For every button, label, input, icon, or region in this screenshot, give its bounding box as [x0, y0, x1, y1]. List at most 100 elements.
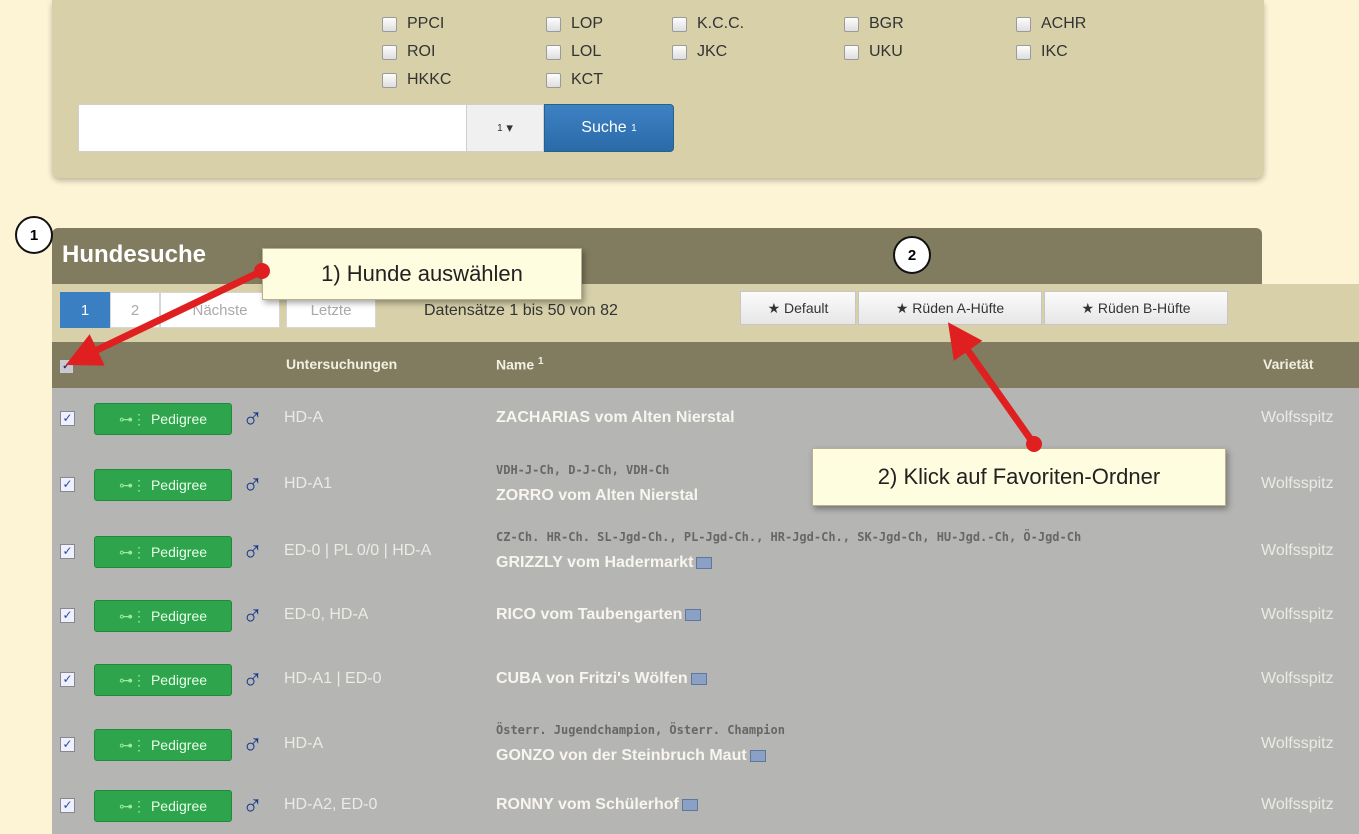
marker-1: 1 [15, 216, 53, 254]
caret-down-icon: ▾ [506, 120, 513, 135]
row-checkbox[interactable]: ✓ [60, 672, 75, 687]
checkbox-icon[interactable] [672, 44, 687, 60]
pedigree-tree-icon: ⊶⋮ [118, 476, 146, 493]
checkbox-icon[interactable] [382, 16, 397, 32]
favorite-rueden-a-button[interactable]: ★ Rüden A-Hüfte [858, 291, 1042, 325]
filter-checkbox[interactable]: BGR [844, 10, 904, 38]
results-header: Hundesuche [52, 228, 1262, 284]
checkbox-icon[interactable] [382, 44, 397, 60]
table-row: ✓ ⊶⋮ Pedigree ♂ ED-0 | PL 0/0 | HD-A CZ-Ch. H… [52, 522, 1359, 582]
filter-label: ACHR [1041, 15, 1087, 32]
search-button-sup: 1 [631, 122, 637, 134]
exam-result: HD-A1 [284, 475, 333, 492]
filter-column-1: PPCI ROI HKKC [382, 10, 451, 94]
dog-name-link[interactable]: GRIZZLY vom Hadermarkt [496, 554, 713, 572]
filter-checkbox[interactable]: ROI [382, 38, 451, 66]
variety-cell: Wolfsspitz [1261, 409, 1334, 426]
pedigree-button[interactable]: ⊶⋮ Pedigree [94, 469, 232, 501]
filter-checkbox[interactable]: UKU [844, 38, 904, 66]
results-panel: Hundesuche 1 2 Nächste Letzte Datensätze… [52, 228, 1359, 834]
checkbox-icon[interactable] [844, 44, 859, 60]
row-checkbox[interactable]: ✓ [60, 798, 75, 813]
variety-cell: Wolfsspitz [1261, 796, 1334, 813]
pedigree-button[interactable]: ⊶⋮ Pedigree [94, 664, 232, 696]
pedigree-label: Pedigree [150, 544, 208, 560]
filter-checkbox[interactable]: HKKC [382, 66, 451, 94]
search-options-dropdown[interactable]: 1 ▾ [466, 104, 544, 152]
pedigree-button[interactable]: ⊶⋮ Pedigree [94, 600, 232, 632]
filter-checkbox[interactable]: LOL [546, 38, 603, 66]
column-name[interactable]: Name 1 [496, 356, 544, 373]
photo-icon[interactable] [690, 672, 707, 685]
checkbox-icon[interactable] [844, 16, 859, 32]
variety-cell: Wolfsspitz [1261, 606, 1334, 623]
male-icon: ♂ [242, 729, 263, 760]
column-exams[interactable]: Untersuchungen [286, 356, 397, 372]
pedigree-tree-icon: ⊶⋮ [118, 736, 146, 753]
checkbox-icon[interactable] [546, 72, 561, 88]
checkbox-icon[interactable] [546, 44, 561, 60]
column-variety[interactable]: Varietät [1263, 356, 1314, 372]
table-row: ✓ ⊶⋮ Pedigree ♂ ED-0, HD-A RICO vom Taubengar… [52, 586, 1359, 646]
callout-click-favorites: 2) Klick auf Favoriten-Ordner [812, 448, 1226, 506]
checkbox-icon[interactable] [382, 72, 397, 88]
dog-name-link[interactable]: GONZO von der Steinbruch Maut [496, 747, 766, 765]
filter-checkbox[interactable]: ACHR [1016, 10, 1086, 38]
row-checkbox[interactable]: ✓ [60, 411, 75, 426]
filter-checkbox[interactable]: IKC [1016, 38, 1086, 66]
filter-label: UKU [869, 43, 903, 60]
filter-checkbox[interactable]: JKC [672, 38, 744, 66]
checkbox-icon[interactable] [672, 16, 687, 32]
exam-result: HD-A1 | ED-0 [284, 670, 382, 687]
exam-result: HD-A [284, 735, 324, 752]
filter-checkbox[interactable]: PPCI [382, 10, 451, 38]
search-button[interactable]: Suche 1 [544, 104, 674, 152]
table-row: ✓ ⊶⋮ Pedigree ♂ HD-A2, ED-0 RONNY vom Schüler… [52, 784, 1359, 828]
pedigree-label: Pedigree [150, 798, 208, 814]
page-title: Hundesuche [62, 241, 207, 268]
pedigree-button[interactable]: ⊶⋮ Pedigree [94, 536, 232, 568]
filter-checkbox[interactable]: K.C.C. [672, 10, 744, 38]
checkbox-icon[interactable] [546, 16, 561, 32]
pedigree-label: Pedigree [150, 411, 208, 427]
results-toolbar: 1 2 Nächste Letzte Datensätze 1 bis 50 v… [52, 284, 1359, 342]
pedigree-button[interactable]: ⊶⋮ Pedigree [94, 790, 232, 822]
photo-icon[interactable] [696, 556, 713, 569]
checkbox-icon[interactable] [1016, 44, 1031, 60]
checkbox-icon[interactable] [1016, 16, 1031, 32]
dog-name-link[interactable]: RICO vom Taubengarten [496, 606, 702, 624]
select-all-checkbox[interactable]: ✓ [60, 360, 73, 373]
search-input[interactable] [78, 104, 466, 152]
filter-checkbox[interactable]: KCT [546, 66, 603, 94]
filter-label: BGR [869, 15, 904, 32]
pedigree-button[interactable]: ⊶⋮ Pedigree [94, 403, 232, 435]
dog-name-link[interactable]: ZORRO vom Alten Nierstal [496, 487, 698, 505]
favorite-default-button[interactable]: ★ Default [740, 291, 856, 325]
dog-name-link[interactable]: CUBA von Fritzi's Wölfen [496, 670, 707, 688]
favorite-rueden-b-button[interactable]: ★ Rüden B-Hüfte [1044, 291, 1228, 325]
dog-name: RONNY vom Schülerhof [496, 796, 679, 813]
filter-checkbox[interactable]: LOP [546, 10, 603, 38]
dog-name: RICO vom Taubengarten [496, 606, 683, 623]
row-checkbox[interactable]: ✓ [60, 544, 75, 559]
dog-name-link[interactable]: RONNY vom Schülerhof [496, 796, 698, 814]
filter-label: KCT [571, 71, 603, 88]
pedigree-label: Pedigree [150, 737, 208, 753]
records-count: Datensätze 1 bis 50 von 82 [424, 302, 618, 319]
photo-icon[interactable] [681, 798, 698, 811]
pedigree-button[interactable]: ⊶⋮ Pedigree [94, 729, 232, 761]
dog-name-link[interactable]: ZACHARIAS vom Alten Nierstal [496, 409, 735, 427]
pagination-page-2[interactable]: 2 [110, 292, 160, 328]
filter-column-5: ACHR IKC [1016, 10, 1086, 66]
variety-cell: Wolfsspitz [1261, 542, 1334, 559]
pagination-page-1[interactable]: 1 [60, 292, 110, 328]
dropdown-label: 1 [497, 122, 503, 134]
row-checkbox[interactable]: ✓ [60, 608, 75, 623]
exam-result: HD-A [284, 409, 324, 426]
photo-icon[interactable] [685, 608, 702, 621]
callout-select-dogs: 1) Hunde auswählen [262, 248, 582, 300]
row-checkbox[interactable]: ✓ [60, 737, 75, 752]
filter-column-3: K.C.C. JKC [672, 10, 744, 66]
row-checkbox[interactable]: ✓ [60, 477, 75, 492]
photo-icon[interactable] [749, 749, 766, 762]
